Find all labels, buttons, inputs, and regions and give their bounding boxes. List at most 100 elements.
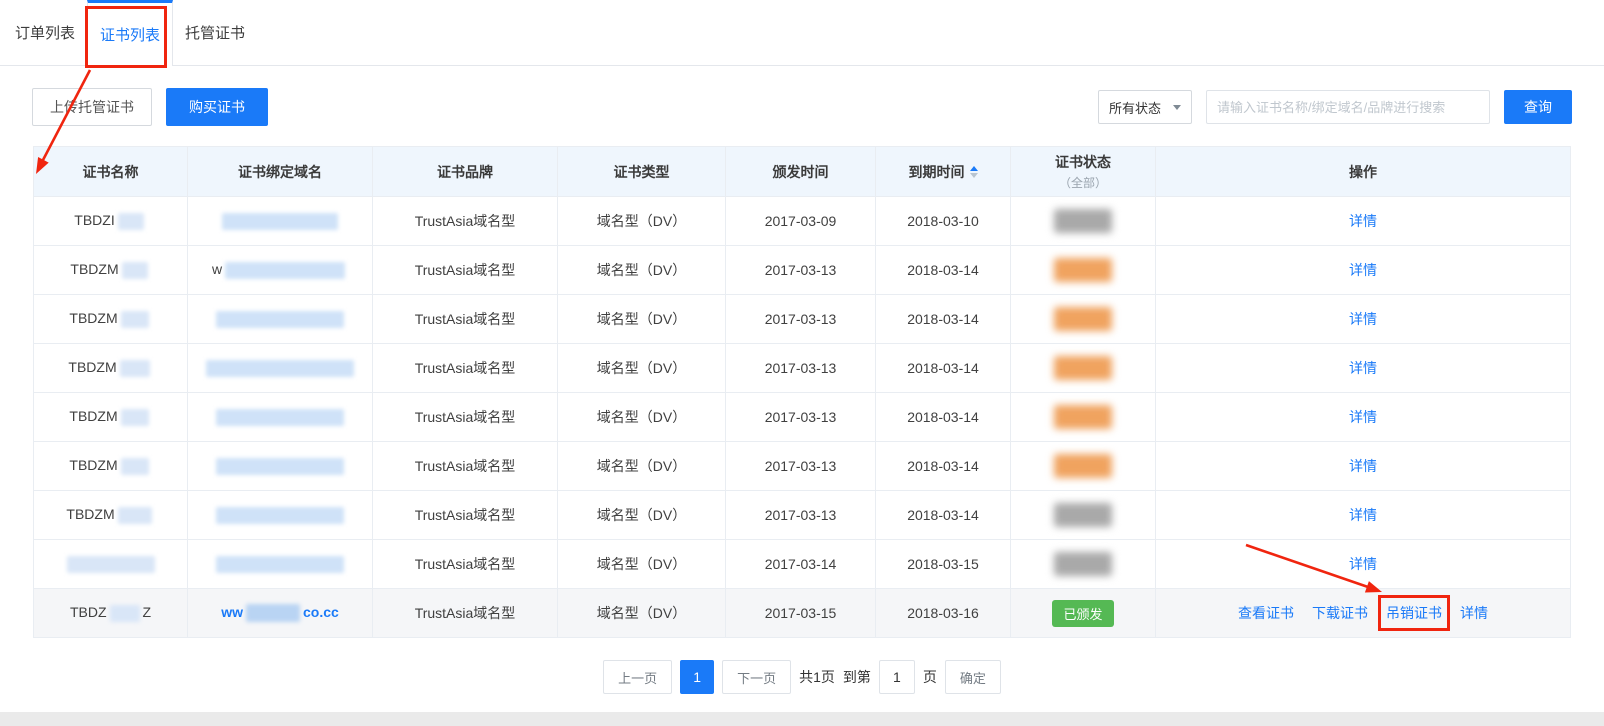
cert-brand-cell: TrustAsia域名型: [373, 344, 558, 393]
expire-date-cell: 2018-03-14: [876, 393, 1011, 442]
redacted-domain-block: [246, 604, 300, 622]
issue-date-cell: 2017-03-13: [726, 442, 876, 491]
column-header-wrap: 证书状态: [1011, 152, 1155, 172]
action-view-cert-link[interactable]: 查看证书: [1238, 603, 1294, 623]
table-row: TBDZMTrustAsia域名型域名型（DV）2017-03-132018-0…: [34, 491, 1571, 540]
sort-icon[interactable]: [970, 166, 978, 178]
column-header-wrap: 操作: [1156, 162, 1570, 182]
action-details-link[interactable]: 详情: [1349, 554, 1377, 574]
status-badge-issued: 已颁发: [1052, 600, 1113, 627]
cert-name-cell: TBDZM: [34, 393, 188, 442]
page-unit-label: 页: [923, 667, 937, 687]
status-filter-dropdown[interactable]: 所有状态: [1098, 90, 1192, 124]
expire-date-cell: 2018-03-14: [876, 491, 1011, 540]
tab-order-list[interactable]: 订单列表: [3, 0, 87, 65]
status-filter-all-link[interactable]: （全部）: [1011, 174, 1155, 191]
cert-status-cell: [1011, 393, 1156, 442]
column-header-wrap: 颁发时间: [726, 162, 875, 182]
table-row: TBDZMTrustAsia域名型域名型（DV）2017-03-132018-0…: [34, 393, 1571, 442]
cert-name-text: TBDZI: [74, 212, 114, 228]
column-label-expire-date: 到期时间: [909, 162, 965, 182]
current-page-button[interactable]: 1: [680, 660, 714, 694]
column-label-cert-status: 证书状态: [1055, 152, 1111, 172]
expire-date-cell: 2018-03-14: [876, 246, 1011, 295]
tab-hosted-certificates[interactable]: 托管证书: [173, 0, 257, 65]
certificates-table: 证书名称证书绑定域名证书品牌证书类型颁发时间到期时间证书状态（全部）操作 TBD…: [33, 146, 1571, 638]
cert-status-cell: 已颁发: [1011, 589, 1156, 638]
redacted-status-block: [1054, 209, 1112, 233]
sort-down-icon: [970, 173, 978, 178]
cert-status-cell: [1011, 197, 1156, 246]
actions-cell: 详情: [1156, 393, 1571, 442]
actions-cell: 详情: [1156, 197, 1571, 246]
cert-type-cell: 域名型（DV）: [558, 491, 726, 540]
buy-cert-button[interactable]: 购买证书: [166, 88, 268, 126]
cert-name-text: TBDZM: [68, 359, 116, 375]
cert-domain-text: [213, 555, 347, 571]
ssl-certificate-console-page: 订单列表证书列表托管证书 上传托管证书 购买证书 所有状态 查询 证书名称 证书绑…: [0, 0, 1604, 726]
cert-domain-cell: [188, 442, 373, 491]
cert-name-text: TBDZM: [70, 261, 118, 277]
issue-date-cell: 2017-03-14: [726, 540, 876, 589]
cert-domain-cell: [188, 491, 373, 540]
search-input[interactable]: [1206, 90, 1490, 124]
redacted-status-block: [1054, 454, 1112, 478]
redacted-domain-block: [225, 262, 345, 279]
action-revoke-cert-link[interactable]: 吊销证书: [1386, 603, 1442, 623]
issue-date-cell: 2017-03-13: [726, 295, 876, 344]
action-details-link[interactable]: 详情: [1349, 358, 1377, 378]
cert-name-cell: TBDZM: [34, 442, 188, 491]
action-details-link[interactable]: 详情: [1349, 505, 1377, 525]
cert-domain-text: w: [212, 261, 348, 277]
action-details-link[interactable]: 详情: [1349, 456, 1377, 476]
goto-page-input[interactable]: [879, 660, 915, 694]
action-details-link[interactable]: 详情: [1349, 309, 1377, 329]
action-details-link[interactable]: 详情: [1349, 260, 1377, 280]
prev-page-button[interactable]: 上一页: [603, 660, 672, 694]
actions-cell: 详情: [1156, 246, 1571, 295]
redacted-status-block: [1054, 307, 1112, 331]
next-page-button[interactable]: 下一页: [722, 660, 791, 694]
expire-date-cell: 2018-03-16: [876, 589, 1011, 638]
redacted-domain-block: [206, 360, 354, 377]
domain-text-part: w: [212, 261, 222, 277]
cert-name-cell: TBDZM: [34, 491, 188, 540]
cert-status-cell: [1011, 491, 1156, 540]
cert-name-text: TBDZM: [69, 408, 117, 424]
issue-date-cell: 2017-03-13: [726, 393, 876, 442]
cert-domain-link[interactable]: wwco.cc: [221, 604, 339, 620]
cert-type-cell: 域名型（DV）: [558, 344, 726, 393]
redacted-name-block: [118, 507, 152, 524]
cert-name-text: TBDZM: [69, 310, 117, 326]
column-header-wrap: 证书绑定域名: [188, 162, 372, 182]
redacted-domain-block: [216, 458, 344, 475]
actions-cell: 详情: [1156, 295, 1571, 344]
column-header-wrap: 证书名称: [34, 162, 187, 182]
action-download-cert-link[interactable]: 下载证书: [1312, 603, 1368, 623]
cert-domain-cell: wwco.cc: [188, 589, 373, 638]
redacted-name-block: [121, 311, 149, 328]
actions-cell: 详情: [1156, 442, 1571, 491]
cert-domain-text: [213, 457, 347, 473]
confirm-page-button[interactable]: 确定: [945, 660, 1001, 694]
query-button[interactable]: 查询: [1504, 90, 1572, 124]
column-header-cert-name: 证书名称: [34, 147, 188, 197]
status-filter-value: 所有状态: [1109, 98, 1161, 117]
cert-domain-text: [213, 310, 347, 326]
cert-status-cell: [1011, 295, 1156, 344]
cert-brand-cell: TrustAsia域名型: [373, 491, 558, 540]
upload-hosted-cert-button[interactable]: 上传托管证书: [32, 88, 152, 126]
expire-date-cell: 2018-03-14: [876, 442, 1011, 491]
column-header-wrap: 到期时间: [876, 162, 1010, 182]
tab-certificate-list[interactable]: 证书列表: [87, 0, 173, 66]
cert-domain-text: [219, 212, 341, 228]
action-details-link[interactable]: 详情: [1349, 211, 1377, 231]
column-label-cert-domain: 证书绑定域名: [238, 162, 322, 182]
column-label-cert-type: 证书类型: [614, 162, 670, 182]
goto-page-label: 到第: [843, 667, 871, 687]
table-row: TrustAsia域名型域名型（DV）2017-03-142018-03-15详…: [34, 540, 1571, 589]
action-details-link[interactable]: 详情: [1349, 407, 1377, 427]
cert-domain-text: [203, 359, 357, 375]
column-header-cert-status: 证书状态 （全部）: [1011, 147, 1156, 197]
action-details-link[interactable]: 详情: [1460, 603, 1488, 623]
